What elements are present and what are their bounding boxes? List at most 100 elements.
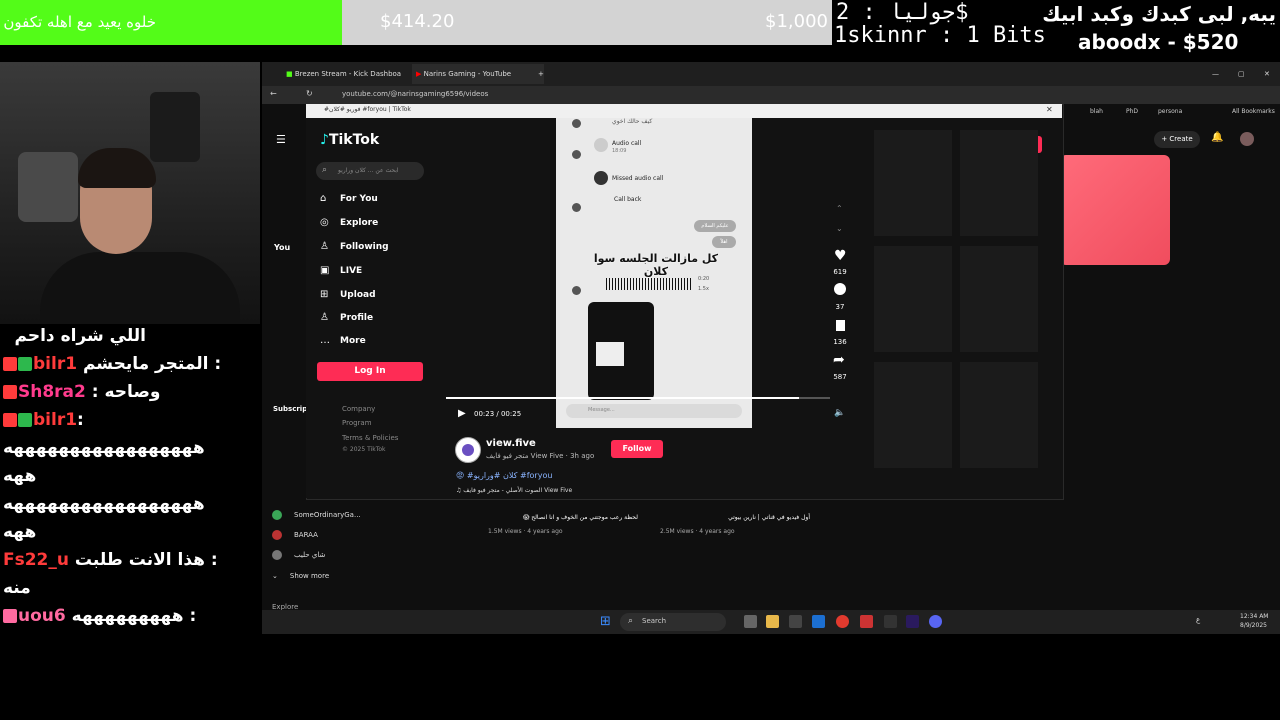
banner-text: خلوه يعيد مع اهله تكفون <box>3 13 156 31</box>
likes-count: 619 <box>833 268 847 276</box>
heart-icon[interactable]: ♥ <box>834 248 847 264</box>
related-video[interactable] <box>960 246 1038 352</box>
bookmark-persona[interactable]: persona <box>1158 108 1182 115</box>
nav-following[interactable]: Following <box>340 242 389 252</box>
chat-message: bilr1 المتجر مايحشم : <box>3 354 252 374</box>
nav-for-you[interactable]: For You <box>340 194 378 204</box>
back-icon[interactable]: ← <box>270 89 277 98</box>
chat-message: اللي شراه داحم <box>14 326 146 346</box>
tiktok-logo[interactable]: ♪TikTok <box>320 132 379 148</box>
nav-profile[interactable]: Profile <box>340 313 373 323</box>
chat-avatar <box>572 119 581 128</box>
following-icon: ♙ <box>320 241 329 252</box>
subscription-baraa[interactable]: BARAA <box>272 530 318 540</box>
maximize-icon[interactable]: ▢ <box>1238 64 1245 84</box>
bookmark-all[interactable]: All Bookmarks <box>1232 108 1275 115</box>
nav-more[interactable]: More <box>340 336 366 346</box>
outlook-icon[interactable] <box>812 615 825 628</box>
nav-live[interactable]: LIVE <box>340 266 362 276</box>
task-view-icon[interactable] <box>744 615 757 628</box>
follow-button[interactable]: Follow <box>611 440 663 458</box>
related-video[interactable] <box>874 246 952 352</box>
related-video[interactable] <box>874 130 952 236</box>
bookmark-phd[interactable]: PhD <box>1126 108 1138 115</box>
notifications-icon[interactable]: 🔔 <box>1211 132 1223 143</box>
video-meta: 2.5M views · 4 years ago <box>660 528 735 535</box>
share-icon[interactable]: ➦ <box>833 352 845 368</box>
new-tab-button[interactable]: + <box>538 64 544 84</box>
bookmark-icon[interactable] <box>836 320 845 331</box>
chat-message: ههه <box>3 466 37 486</box>
author-meta: متجر فيو فايف View Five · 3h ago <box>486 452 595 460</box>
related-video[interactable] <box>960 362 1038 468</box>
show-more-button[interactable]: ⌄ Show more <box>272 572 329 580</box>
related-videos-grid <box>874 130 1040 468</box>
play-icon[interactable]: ▶ <box>458 408 466 419</box>
volume-icon[interactable]: 🔈 <box>834 408 845 418</box>
nav-explore[interactable]: Explore <box>340 218 378 228</box>
you-label[interactable]: You <box>274 243 290 252</box>
comments-count: 37 <box>835 303 845 311</box>
nav-upload[interactable]: Upload <box>340 290 376 300</box>
donor-line-2: 1skinnr : 1 Bits <box>834 23 1046 48</box>
chat-message: ههه <box>3 522 37 542</box>
tiktok-close-icon[interactable]: ✕ <box>1046 105 1053 114</box>
donor-line-1: جوليا : 2$ <box>836 0 969 25</box>
subscription-someordinary[interactable]: SomeOrdinaryGa... <box>272 510 361 520</box>
related-video[interactable] <box>874 362 952 468</box>
obs-icon[interactable] <box>860 615 873 628</box>
language-indicator[interactable]: ع <box>1196 616 1200 624</box>
discord-icon[interactable] <box>929 615 942 628</box>
menu-icon[interactable]: ☰ <box>276 133 286 146</box>
chrome-icon[interactable] <box>836 615 849 628</box>
bookmarks-bar: blah PhD persona All Bookmarks <box>1090 108 1280 120</box>
address-bar[interactable]: ← ↻ youtube.com/@narinsgaming6596/videos <box>262 86 1280 104</box>
clock-time[interactable]: 12:34 AM <box>1240 613 1268 620</box>
tiktok-video[interactable]: كيف حالك اخوي Audio call 18:09 Missed au… <box>556 118 752 428</box>
start-icon[interactable]: ⊞ <box>600 614 611 629</box>
phone-icon <box>594 138 608 152</box>
related-video[interactable] <box>960 130 1038 236</box>
chat-message: uou6 هههههههههه : <box>3 606 252 626</box>
voice-waveform <box>606 278 692 290</box>
video-hashtags[interactable]: 😡 #كلان #وراريو #foryou <box>456 471 552 480</box>
url-text[interactable]: youtube.com/@narinsgaming6596/videos <box>342 90 488 98</box>
bookmark-blah[interactable]: blah <box>1090 108 1103 115</box>
author-name[interactable]: view.five <box>486 438 536 449</box>
saves-count: 136 <box>833 338 847 346</box>
close-icon[interactable]: ✕ <box>1264 64 1270 84</box>
progress-track[interactable] <box>446 397 830 399</box>
author-avatar[interactable] <box>455 437 481 463</box>
search-icon: ⌕ <box>628 616 634 626</box>
calculator-icon[interactable] <box>789 615 802 628</box>
gaming-chair <box>18 152 78 222</box>
chevron-up-icon[interactable]: ⌃ <box>836 204 843 213</box>
footer-program[interactable]: Program <box>342 419 372 427</box>
taskbar-search[interactable]: ⌕ Search <box>620 613 726 631</box>
top-donor: يبه, لبى كبدك وكبد ابيك aboodx - $520 <box>1042 0 1280 60</box>
tiktok-search-input[interactable]: ⌕ ابحث عن ... كلان وراريو <box>316 162 424 180</box>
app-icon[interactable] <box>884 615 897 628</box>
file-explorer-icon[interactable] <box>766 615 779 628</box>
reload-icon[interactable]: ↻ <box>306 89 313 98</box>
create-button[interactable]: + Create <box>1154 131 1200 148</box>
stream-chat: اللي شراه داحم bilr1 المتجر مايحشم : Sh8… <box>0 324 260 720</box>
tab-kick-dashboard[interactable]: ■ Brezen Stream - Kick Dashboa <box>286 64 404 84</box>
search-icon: ⌕ <box>322 165 328 175</box>
chevron-down-icon[interactable]: ⌄ <box>836 224 843 233</box>
subscription-tea[interactable]: شاي حليب <box>272 550 325 560</box>
channel-video-thumbnail[interactable] <box>1060 155 1170 265</box>
clock-date[interactable]: 8/9/2025 <box>1240 622 1267 629</box>
tiktok-login-button[interactable]: Log In <box>317 362 423 381</box>
video-sound[interactable]: ♫ الصوت الأصلي - متجر فيو فايف View Five <box>456 487 572 494</box>
avatar[interactable] <box>1240 132 1254 146</box>
tab-youtube[interactable]: ▶ Narins Gaming - YouTube <box>412 64 544 84</box>
premiere-icon[interactable] <box>906 615 919 628</box>
minimize-icon[interactable]: — <box>1212 64 1219 84</box>
footer-company[interactable]: Company <box>342 405 375 413</box>
footer-terms[interactable]: Terms & Policies <box>342 434 398 442</box>
comment-icon[interactable] <box>834 283 846 295</box>
recent-donors: جوليا : 2$ 1skinnr : 1 Bits <box>834 0 1046 50</box>
video-title[interactable]: أول فيديو في قناتي | نارين بيوتي <box>660 514 810 521</box>
video-title[interactable]: لحظة رعب موجتني من الخوف و انا انصالح 😱 <box>488 514 638 521</box>
